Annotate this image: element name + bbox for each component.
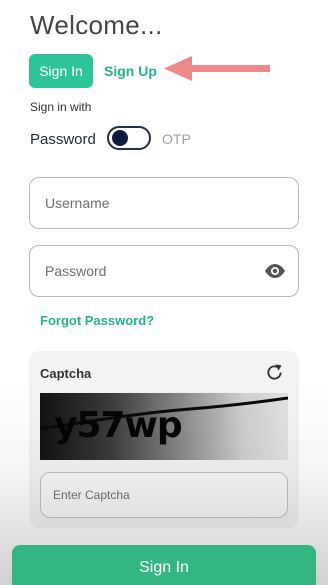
password-input[interactable] xyxy=(30,246,298,296)
forgot-password-link[interactable]: Forgot Password? xyxy=(40,313,154,328)
captcha-input[interactable] xyxy=(41,473,287,517)
otp-mode-label: OTP xyxy=(162,131,191,147)
password-mode-label: Password xyxy=(30,131,96,148)
toggle-knob xyxy=(112,130,128,146)
captcha-image: y57wp xyxy=(40,393,288,460)
refresh-icon[interactable] xyxy=(265,363,284,382)
captcha-label: Captcha xyxy=(40,366,92,381)
page-title: Welcome... xyxy=(30,10,163,40)
tab-sign-up[interactable]: Sign Up xyxy=(104,63,157,79)
captcha-field xyxy=(40,472,288,518)
login-mode-toggle[interactable] xyxy=(107,126,151,150)
eye-icon[interactable] xyxy=(264,263,286,279)
username-field xyxy=(29,177,299,229)
password-field xyxy=(29,245,299,297)
sign-in-with-label: Sign in with xyxy=(30,100,92,114)
tab-sign-in[interactable]: Sign In xyxy=(29,54,93,88)
captcha-code: y57wp xyxy=(54,405,183,446)
username-input[interactable] xyxy=(30,178,298,228)
arrow-left-icon xyxy=(164,56,270,81)
sign-in-button[interactable]: Sign In xyxy=(12,545,316,585)
